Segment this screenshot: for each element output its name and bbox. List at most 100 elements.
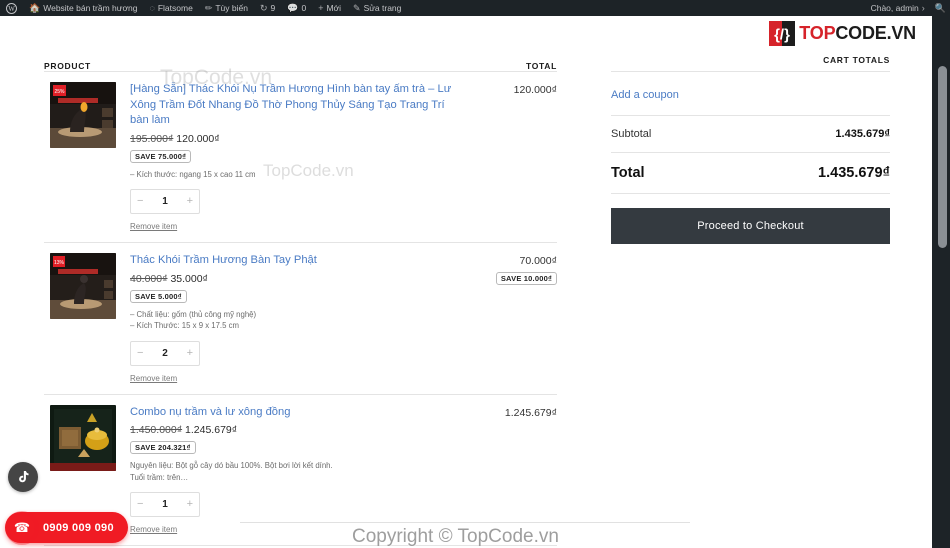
product-price-new: 1.245.679₫ xyxy=(185,424,238,436)
adminbar-edit-page-label: Sửa trang xyxy=(363,3,402,13)
adminbar-edit-page[interactable]: ✎ Sửa trang xyxy=(347,0,407,16)
adminbar-updates[interactable]: ↻ 9 xyxy=(254,0,281,16)
quantity-decrease-button[interactable]: − xyxy=(137,196,143,207)
product-thumbnail[interactable] xyxy=(50,404,116,471)
quantity-decrease-button[interactable]: − xyxy=(137,499,143,510)
product-image-3 xyxy=(50,404,116,471)
adminbar-new[interactable]: + Mới xyxy=(312,0,347,16)
brush-icon: ✏ xyxy=(204,2,213,13)
product-price: 1.450.000₫ 1.245.679₫ xyxy=(130,423,455,437)
product-description: – Chất liệu: gốm (thủ công mỹ nghệ) – Kí… xyxy=(130,309,257,331)
product-thumbnail[interactable]: 13% xyxy=(50,253,116,319)
adminbar-right-group: Chào, admin › 🔍 xyxy=(865,0,950,16)
line-total: 120.000₫ xyxy=(461,82,557,234)
tiktok-icon xyxy=(19,471,29,483)
quantity-value[interactable]: 1 xyxy=(162,499,168,510)
cart-item-row: 25% [Hàng Sẵn] Thác Khói Nụ Trầm Hương H… xyxy=(44,72,557,242)
grand-total-row: Total 1.435.679₫ xyxy=(611,153,890,193)
tiktok-float-button[interactable] xyxy=(8,462,38,492)
quantity-decrease-button[interactable]: − xyxy=(137,347,143,359)
product-save-badge: SAVE 75.000₫ xyxy=(130,149,192,163)
product-details: Thác Khói Trầm Hương Bàn Tay Phật 40.000… xyxy=(116,253,461,386)
line-total: 1.245.679₫ xyxy=(461,405,557,538)
quantity-increase-button[interactable]: + xyxy=(187,499,193,510)
site-logo[interactable]: {/} TOPCODE.VN xyxy=(769,21,916,46)
item-divider xyxy=(44,545,557,546)
adminbar-flatsome-label: Flatsome xyxy=(157,3,193,13)
line-total-value: 70.000₫ xyxy=(519,255,557,267)
pencil-icon: ✎ xyxy=(353,2,361,13)
adminbar-site-name-label: Website bán trầm hương xyxy=(43,3,138,13)
logo-text-rest: CODE.VN xyxy=(835,23,916,43)
svg-text:13%: 13% xyxy=(54,260,65,266)
product-price-old: 40.000₫ xyxy=(130,272,168,285)
product-title-link[interactable]: [Hàng Sẵn] Thác Khói Nụ Trầm Hương Hình … xyxy=(130,82,455,129)
subtotal-row: Subtotal 1.435.679₫ xyxy=(611,116,890,152)
coupon-row: Add a coupon xyxy=(611,72,890,115)
product-price-old: 195.000₫ xyxy=(130,132,174,145)
quantity-stepper[interactable]: − 1 + xyxy=(130,189,200,214)
totals-divider xyxy=(611,193,890,194)
house-icon: 🏠 xyxy=(29,2,41,13)
product-thumbnail[interactable]: 25% xyxy=(50,82,116,148)
line-total-value: 120.000₫ xyxy=(513,84,557,96)
chevron-down-icon: › xyxy=(921,2,925,13)
line-total: 70.000₫ SAVE 10.000₫ xyxy=(461,253,557,386)
cart-totals-heading: CART TOTALS xyxy=(823,55,890,65)
product-title-link[interactable]: Combo nụ trầm và lư xông đồng xyxy=(130,405,455,421)
topcode-logo-icon: {/} xyxy=(769,21,796,46)
remove-item-link[interactable]: Remove item xyxy=(130,374,177,383)
total-value: 1.435.679₫ xyxy=(818,165,890,181)
cart-totals-panel: CART TOTALS Add a coupon Subtotal 1.435.… xyxy=(611,49,890,244)
line-save-badge: SAVE 10.000₫ xyxy=(495,272,557,285)
remove-item-link[interactable]: Remove item xyxy=(130,525,177,534)
vertical-scrollbar-thumb[interactable] xyxy=(938,66,947,248)
adminbar-site-name[interactable]: 🏠 Website bán trầm hương xyxy=(23,0,143,16)
add-coupon-link[interactable]: Add a coupon xyxy=(611,89,679,101)
product-title-link[interactable]: Thác Khói Trầm Hương Bàn Tay Phật xyxy=(130,253,455,269)
quantity-increase-button[interactable]: + xyxy=(187,196,193,207)
quantity-value[interactable]: 1 xyxy=(162,196,168,207)
cart-item-row: 13% Thác Khói Trầm Hương Bàn Tay Phật 40… xyxy=(44,243,557,394)
adminbar-account-label: Chào, admin xyxy=(870,3,919,13)
product-save-badge: SAVE 5.000₫ xyxy=(130,289,187,303)
proceed-to-checkout-button[interactable]: Proceed to Checkout xyxy=(611,208,890,244)
adminbar-account[interactable]: Chào, admin › xyxy=(865,0,929,16)
wordpress-logo-icon xyxy=(6,1,17,17)
site-logo-text: TOPCODE.VN xyxy=(799,23,916,44)
product-details: [Hàng Sẵn] Thác Khói Nụ Trầm Hương Hình … xyxy=(116,82,461,234)
product-price-old: 1.450.000₫ xyxy=(130,424,183,436)
adminbar-customize[interactable]: ✏ Tùy biến xyxy=(199,0,254,16)
adminbar-wp-logo[interactable] xyxy=(0,0,23,17)
search-icon: 🔍 xyxy=(934,2,946,13)
phone-number-label: 0909 009 090 xyxy=(43,521,114,534)
quantity-stepper[interactable]: − 2 + xyxy=(130,340,200,366)
adminbar-new-label: Mới xyxy=(326,3,342,13)
refresh-icon: ↻ xyxy=(259,2,268,13)
adminbar-updates-count: 9 xyxy=(270,3,276,13)
quantity-increase-button[interactable]: + xyxy=(187,347,193,359)
product-description: – Kích thước: ngang 15 x cao 11 cm xyxy=(130,169,256,179)
phone-float-button[interactable]: ☎ 0909 009 090 xyxy=(5,512,128,543)
page-surface: {/} TOPCODE.VN PRODUCT TOTAL 25% [Hàng S… xyxy=(0,16,932,548)
column-header-product: PRODUCT xyxy=(44,61,91,71)
subtotal-label: Subtotal xyxy=(611,128,652,140)
adminbar-customize-label: Tùy biến xyxy=(215,3,248,13)
plus-icon: + xyxy=(318,2,324,13)
product-price-new: 120.000₫ xyxy=(176,132,220,145)
adminbar-comments[interactable]: 💬 0 xyxy=(281,0,312,16)
adminbar-search[interactable]: 🔍 xyxy=(929,0,950,16)
column-header-total: TOTAL xyxy=(525,61,557,71)
vertical-scrollbar-track[interactable] xyxy=(932,16,950,548)
adminbar-flatsome[interactable]: ◌ Flatsome xyxy=(143,0,198,16)
svg-text:25%: 25% xyxy=(54,89,65,95)
wp-admin-bar: 🏠 Website bán trầm hương ◌ Flatsome ✏ Tù… xyxy=(0,0,950,17)
watermark-rule xyxy=(240,522,690,523)
product-details: Combo nụ trầm và lư xông đồng 1.450.000₫… xyxy=(116,405,461,538)
product-price: 40.000₫ 35.000₫ xyxy=(130,272,455,286)
quantity-stepper[interactable]: − 1 + xyxy=(130,492,200,517)
adminbar-comments-count: 0 xyxy=(301,3,307,13)
total-label: Total xyxy=(611,165,645,181)
remove-item-link[interactable]: Remove item xyxy=(130,222,177,231)
quantity-value[interactable]: 2 xyxy=(162,348,168,359)
